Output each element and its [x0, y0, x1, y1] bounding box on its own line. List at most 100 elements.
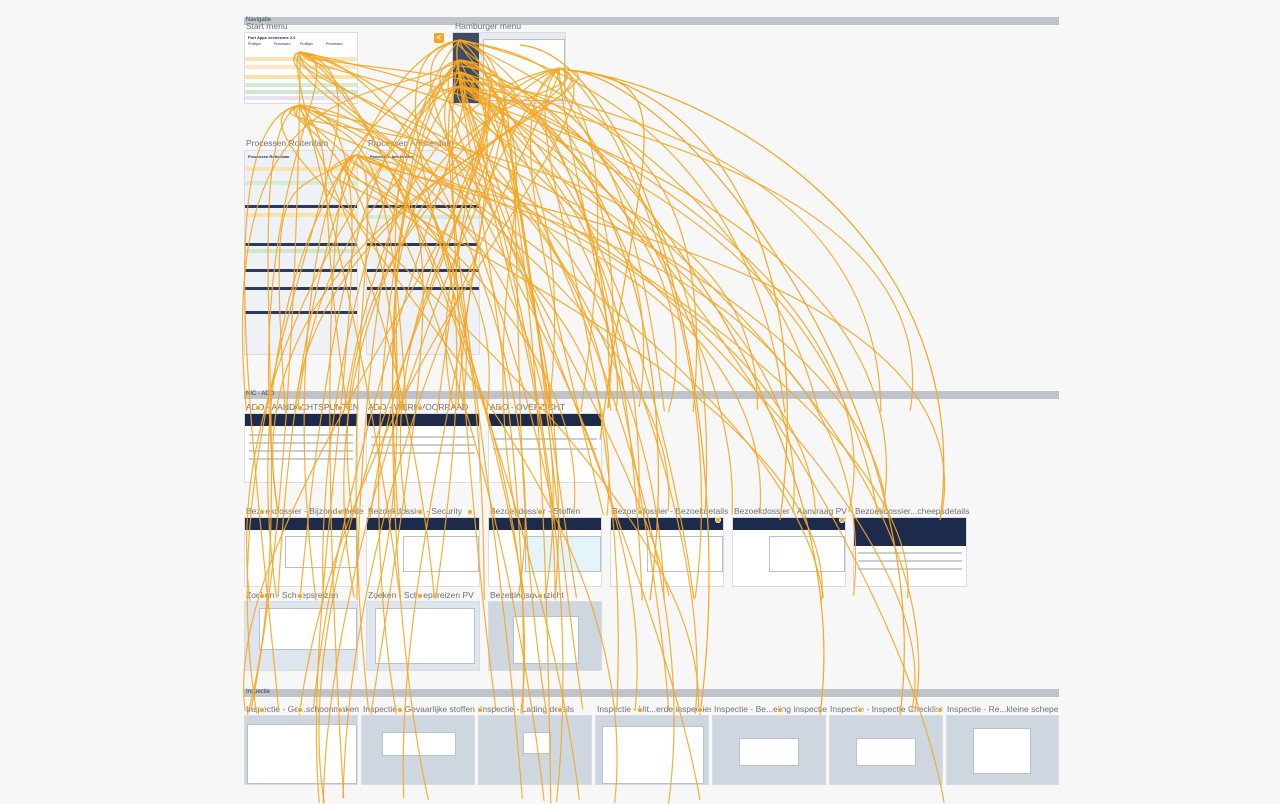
artboard-bezoekdossier-security[interactable] [366, 517, 480, 587]
frame-title-hamburger-menu[interactable]: Hamburger menu [455, 21, 565, 31]
flow-connector [567, 69, 645, 441]
process-row-divider [245, 205, 357, 208]
content-card [285, 536, 357, 568]
frame-title-start-menu[interactable]: Start menu [246, 21, 356, 31]
table-row [858, 560, 962, 562]
process-row-divider [245, 243, 357, 246]
table-row [371, 436, 475, 438]
frame-title-processen-rotterdam[interactable]: Processen Rotterdam [246, 138, 364, 148]
back-button[interactable]: < [434, 33, 444, 43]
content-card [382, 732, 456, 756]
flow-connector [289, 104, 759, 411]
flow-connector [459, 71, 665, 412]
app-topbar [367, 518, 479, 530]
section-band-label: NIC - ADO [246, 391, 275, 397]
frame-title-inspectie-beoordeling[interactable]: Inspectie - Be...eling inspectie [714, 704, 828, 714]
content-card [602, 726, 704, 784]
artboard-bezoekdossier-stoffen[interactable] [488, 517, 602, 587]
artboard-inspectie-lading-details[interactable] [478, 715, 592, 785]
content-card [647, 536, 723, 572]
frame-title-inspectie-uitgevoerde[interactable]: Inspectie - Uit...erde inspecties [597, 704, 711, 714]
artboard-inspectie-kleine-schepen[interactable] [946, 715, 1059, 785]
process-row [367, 215, 479, 219]
frame-title-bezettingsoverzicht[interactable]: Bezettingsoverzicht [490, 590, 602, 600]
process-row-divider [367, 205, 479, 208]
start-menu-heading: Port Apps versiezone 2.0 [248, 35, 296, 40]
flow-connector [459, 85, 698, 412]
process-row [245, 167, 357, 171]
frame-title-inspectie-gevaarlijke-stoffen[interactable]: Inspectie - Gevaarlijke stoffen nieuw [363, 704, 477, 714]
artboard-inspectie-gevaarlijke-stoffen[interactable] [361, 715, 475, 785]
frame-title-inspectie-kleine-schepen[interactable]: Inspectie - Re...kleine schepen [947, 704, 1059, 714]
artboard-processen-rotterdam[interactable]: Processen Rotterdam [244, 150, 358, 355]
process-row [245, 181, 357, 185]
content-card [513, 616, 579, 664]
frame-title-processen-amsterdam[interactable]: Processen Amsterdam [368, 138, 480, 148]
start-menu-col: Processen [326, 42, 343, 46]
frame-title-zoeken-scheepsreizen[interactable]: Zoeken - Scheepsreizen [246, 590, 364, 600]
start-menu-row [245, 83, 357, 87]
frame-title-inspectie-schoonmaken[interactable]: Inspectie - Ge...schoonmaken [246, 704, 360, 714]
frame-title-bezoekdossier-aanvraag-pv[interactable]: Bezoekdossier - Aanvraag PV [734, 506, 852, 516]
process-row [245, 249, 357, 253]
start-menu-row [245, 96, 357, 100]
content-card [769, 536, 845, 572]
frame-title-bezoekdossier-bezoekdetails[interactable]: Bezoekdossier - Bezoekdetails [612, 506, 730, 516]
app-topbar [611, 518, 723, 530]
artboard-bezoekdossier-bijzonderheden[interactable] [244, 517, 358, 587]
flow-connector [567, 69, 945, 521]
start-menu-col: Processen [274, 42, 291, 46]
artboard-inspectie-uitgevoerde[interactable] [595, 715, 709, 785]
table-row [249, 442, 353, 444]
frame-title-bezoekdossier-security[interactable]: Bezoekdossier - Security [368, 506, 486, 516]
artboard-ado-aandachtspunten[interactable] [244, 413, 358, 483]
process-row-divider [367, 269, 479, 272]
frame-title-bezoekdossier-scheepsdetails[interactable]: Bezoekdossier...cheepsdetails [855, 506, 973, 516]
content-card [247, 724, 357, 784]
process-row-divider [245, 287, 357, 290]
artboard-ado-werkvoorraad[interactable] [366, 413, 480, 483]
frame-title-inspectie-checklist[interactable]: Inspectie - Inspectie Checklist [830, 704, 944, 714]
content-card [525, 536, 601, 572]
hamburger-content-card [483, 39, 565, 101]
artboard-inspectie-checklist[interactable] [829, 715, 943, 785]
app-topbar [489, 518, 601, 530]
table-row [249, 450, 353, 452]
start-menu-row [245, 57, 357, 61]
section-band-navigatie: Navigatie [244, 17, 1059, 25]
content-card [259, 608, 357, 650]
artboard-zoeken-scheepsreizen-pv[interactable] [366, 601, 480, 671]
app-topbar [245, 414, 357, 426]
app-topbar [733, 518, 845, 530]
artboard-bezoekdossier-aanvraag-pv[interactable] [732, 517, 846, 587]
flow-connector [459, 85, 914, 411]
artboard-bezoekdossier-scheepsdetails[interactable] [853, 517, 967, 587]
frame-title-bezoekdossier-stoffen[interactable]: Bezoekdossier - Stoffen [490, 506, 608, 516]
table-row [371, 452, 475, 454]
artboard-ado-overzicht[interactable] [488, 413, 602, 483]
table-row [858, 552, 962, 554]
frame-title-bezoekdossier-bijzonderheden[interactable]: Bezoekdossier - Bijzonderheden [246, 506, 364, 516]
table-row [493, 438, 597, 440]
content-card [973, 728, 1031, 774]
start-menu-row [245, 90, 357, 94]
frame-title-ado-werkvoorraad[interactable]: ADO - WERKVOORRAAD [368, 402, 486, 412]
frame-title-inspectie-lading-details[interactable]: Inspectie - Lading details [480, 704, 594, 714]
process-heading: Processen Amsterdam [370, 154, 414, 159]
process-row-divider [245, 269, 357, 272]
artboard-inspectie-beoordeling[interactable] [712, 715, 826, 785]
app-topbar [245, 518, 357, 530]
artboard-hamburger-menu[interactable] [452, 32, 566, 104]
process-row [245, 213, 357, 217]
artboard-start-menu[interactable]: Port Apps versiezone 2.0 Profiljan Proce… [244, 32, 358, 104]
artboard-inspectie-schoonmaken[interactable] [244, 715, 358, 785]
content-card [403, 536, 479, 572]
artboard-bezoekdossier-bezoekdetails[interactable] [610, 517, 724, 587]
frame-title-zoeken-scheepsreizen-pv[interactable]: Zoeken - Scheepsreizen PV [368, 590, 486, 600]
process-row-divider [367, 287, 479, 290]
frame-title-ado-aandachtspunten[interactable]: ADO - AANDACHTSPUNTEN [246, 402, 364, 412]
artboard-processen-amsterdam[interactable]: Processen Amsterdam [366, 150, 480, 355]
artboard-bezettingsoverzicht[interactable] [488, 601, 602, 671]
artboard-zoeken-scheepsreizen[interactable] [244, 601, 358, 671]
frame-title-ado-overzicht[interactable]: ADO - OVERZICHT [490, 402, 602, 412]
